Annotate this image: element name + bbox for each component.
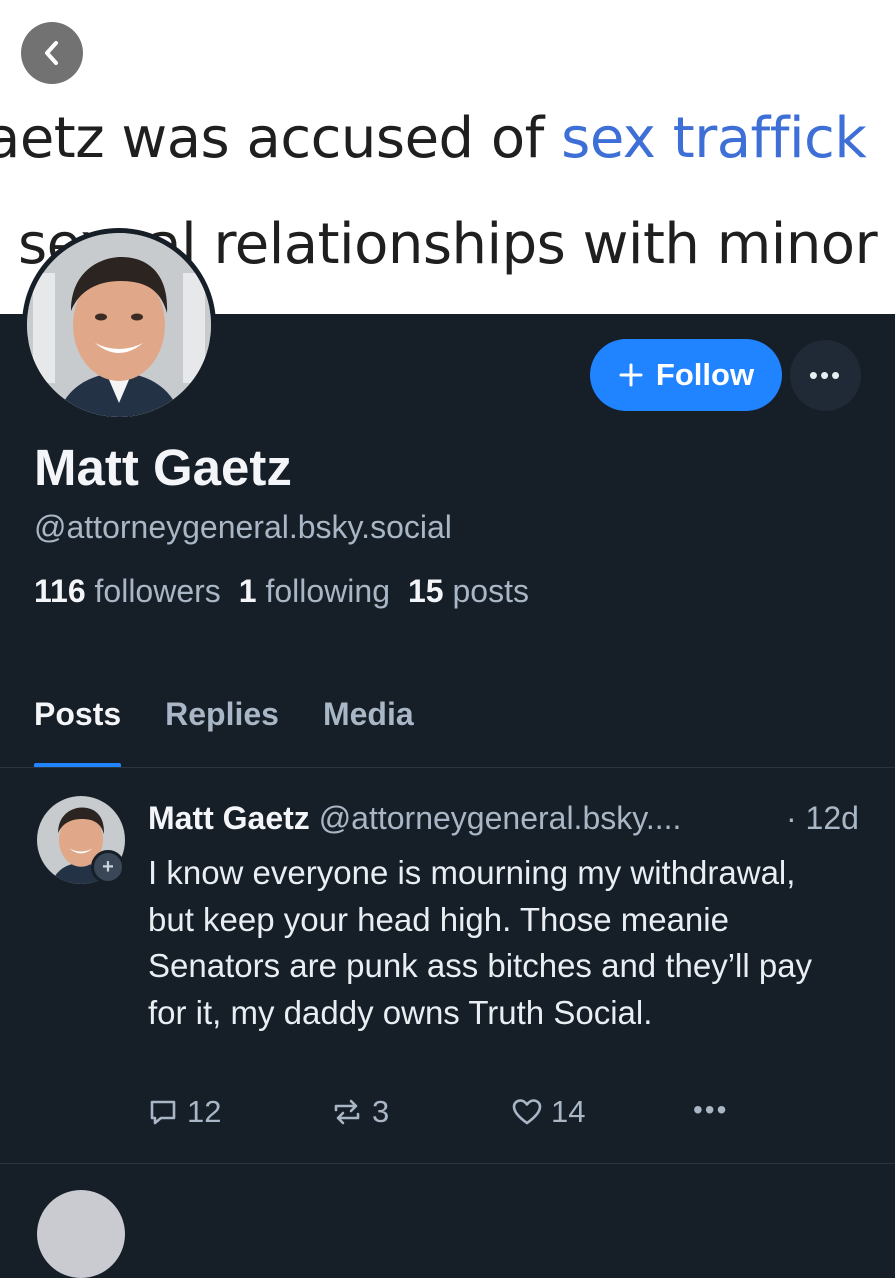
profile-photo [27,233,211,417]
banner-line-1: aetz was accused of sex traffick [0,106,867,171]
ellipsis-icon: ••• [693,1094,729,1125]
like-count: 14 [551,1094,586,1129]
follow-label: Follow [655,357,755,392]
next-post-avatar[interactable] [37,1190,125,1278]
tab-media[interactable]: Media [323,696,414,768]
following-stat[interactable]: 1 following [239,573,390,609]
follow-button[interactable]: Follow [590,339,782,411]
profile-stats: 116 followers 1 following 15 posts [34,573,529,610]
repost-button[interactable]: 3 [330,1094,389,1130]
post-header: Matt Gaetz @attorneygeneral.bsky.... [148,800,681,837]
post-actions: 12 3 14 ••• [147,1094,747,1138]
followers-stat[interactable]: 116 followers [34,573,221,609]
repost-count: 3 [372,1094,390,1129]
profile-avatar[interactable] [22,228,216,422]
posts-stat: 15 posts [407,573,529,609]
reply-count: 12 [187,1094,222,1129]
post-text: I know everyone is mourning my withdrawa… [148,854,813,1031]
tab-replies[interactable]: Replies [165,696,279,768]
post-author-name[interactable]: Matt Gaetz [148,800,310,836]
post-author-handle[interactable]: @attorneygeneral.bsky.... [319,800,682,836]
repost-icon [334,1099,360,1125]
post-divider [0,1163,895,1164]
profile-handle: @attorneygeneral.bsky.social [34,509,452,545]
plus-icon [619,363,643,387]
chevron-left-icon [45,41,58,65]
banner-link[interactable]: sex traffick [561,106,867,171]
tab-posts[interactable]: Posts [34,696,122,768]
post-more-button[interactable]: ••• [693,1094,728,1126]
ellipsis-icon: ••• [808,360,843,390]
banner-text: aetz was accused of [0,106,562,171]
like-button[interactable]: 14 [511,1094,585,1130]
profile-display-name: Matt Gaetz [34,439,292,496]
reply-button[interactable]: 12 [147,1094,221,1130]
heart-icon [512,1099,542,1125]
profile-more-button[interactable]: ••• [790,340,861,411]
follow-author-plus-icon[interactable]: + [91,850,125,884]
back-button[interactable] [21,22,83,84]
tabs-divider [0,767,895,768]
reply-icon [150,1100,176,1125]
post-timestamp[interactable]: · 12d [786,800,859,837]
profile-tabs: Posts Replies Media [34,696,414,768]
